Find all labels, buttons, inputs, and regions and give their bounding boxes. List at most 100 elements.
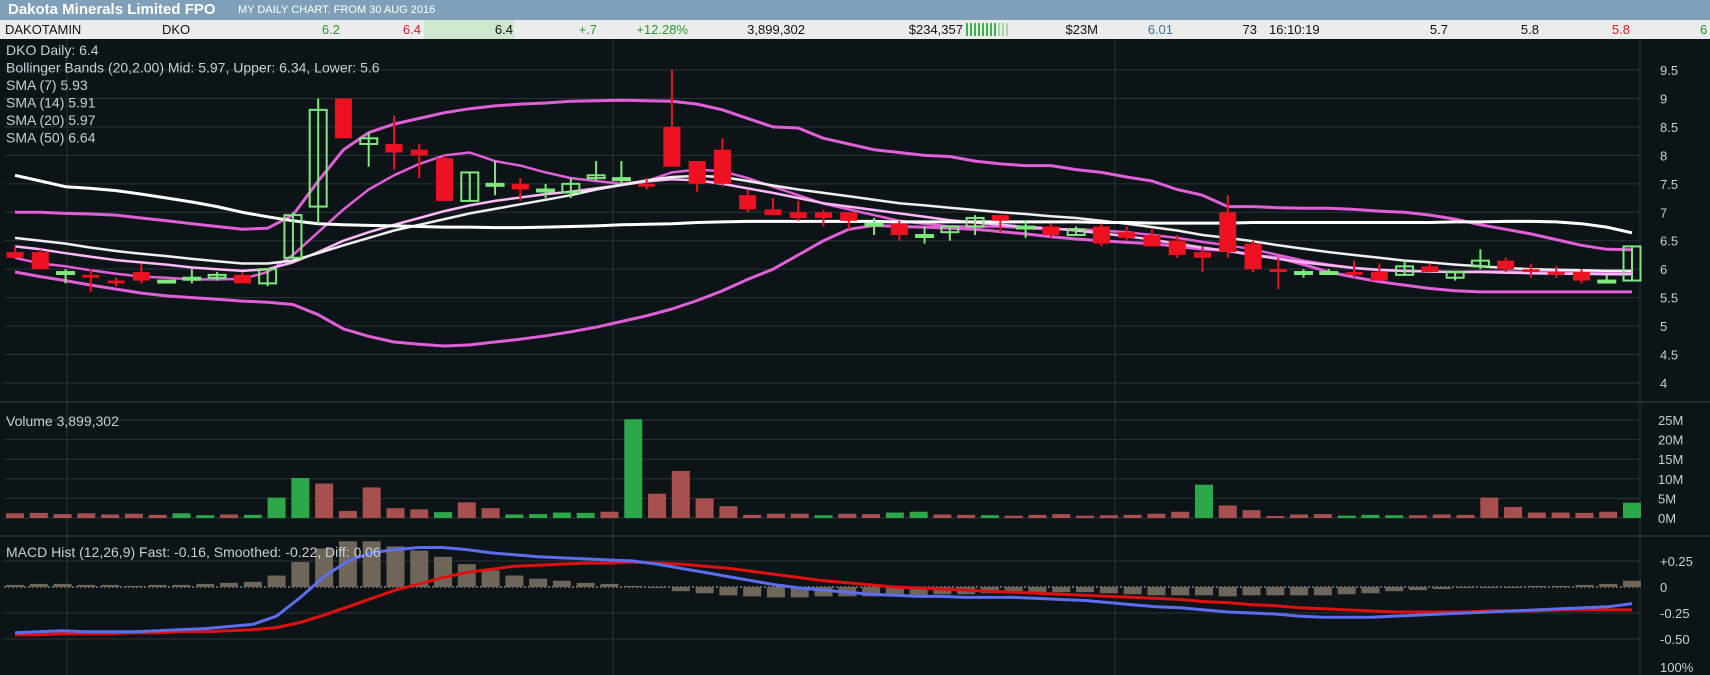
- volume-bar: [1004, 515, 1023, 518]
- candle-body: [410, 149, 428, 156]
- volume-tick-label: 15M: [1658, 452, 1683, 467]
- candle-body: [536, 188, 556, 193]
- macd-hist-bar: [29, 583, 48, 587]
- meter-bar: [994, 23, 996, 36]
- macd-hist-bar: [481, 570, 500, 587]
- candle-body: [688, 161, 706, 184]
- volume-bar: [101, 514, 120, 518]
- candle-body: [815, 212, 832, 218]
- candle-body: [1193, 252, 1211, 258]
- candle-body: [611, 177, 631, 182]
- candle-body: [56, 271, 76, 276]
- meter-bar: [1002, 23, 1004, 36]
- candle-body: [713, 149, 731, 184]
- volume-bar: [719, 506, 738, 518]
- candle-body: [1244, 243, 1262, 270]
- volume-bar: [196, 515, 215, 518]
- quote-market-cap: $23M: [1065, 22, 1098, 37]
- macd-hist-bar: [671, 587, 690, 592]
- macd-hist-bar: [1504, 587, 1523, 588]
- macd-hist-bar: [243, 581, 262, 587]
- volume-bar: [529, 514, 548, 518]
- macd-hist-bar: [1099, 587, 1118, 594]
- volume-bar: [1456, 514, 1475, 518]
- volume-bar: [1147, 513, 1166, 518]
- macd-hist-bar: [695, 587, 714, 594]
- macd-hist-bar: [1337, 587, 1356, 595]
- volume-bar: [695, 498, 714, 518]
- candle-body: [864, 222, 884, 227]
- price-tick-label: 5.5: [1660, 291, 1678, 306]
- macd-hist-bar: [1575, 584, 1594, 587]
- quote-volume: 3,899,302: [747, 22, 805, 37]
- price-tick-label: 6.5: [1660, 234, 1678, 249]
- volume-bar: [766, 513, 785, 518]
- volume-bar: [1194, 484, 1213, 518]
- quote-name[interactable]: DAKOTAMIN: [5, 22, 81, 37]
- macd-hist-bar: [1527, 585, 1546, 587]
- volume-bar: [1266, 516, 1285, 518]
- price-tick-label: 7: [1660, 205, 1667, 220]
- candle-body: [663, 126, 681, 167]
- macd-hist-bar: [1290, 587, 1309, 596]
- candle-body: [1522, 269, 1540, 273]
- quote-bar: DAKOTAMIN DKO 6.2 6.4 6.4 +.7 +12.28% 3,…: [0, 20, 1710, 39]
- candle-body: [915, 234, 935, 239]
- macd-legend: MACD Hist (12,26,9) Fast: -0.16, Smoothe…: [6, 544, 381, 560]
- volume-bar: [1099, 515, 1118, 518]
- macd-hist-bar: [1242, 587, 1261, 596]
- macd-hist-bar: [457, 564, 476, 587]
- macd-hist-bar: [1171, 587, 1190, 596]
- volume-bar: [1313, 514, 1332, 518]
- macd-hist-bar: [719, 587, 738, 596]
- macd-tick-label: +0.25: [1660, 554, 1693, 569]
- macd-hist-bar: [1480, 587, 1499, 589]
- candle-body: [638, 183, 656, 187]
- macd-hist-bar: [220, 582, 239, 587]
- volume-bar: [576, 512, 595, 518]
- candle-body: [6, 252, 24, 258]
- macd-hist-bar: [124, 585, 143, 587]
- volume-bar: [53, 514, 72, 518]
- security-title: Dakota Minerals Limited FPO: [8, 1, 216, 18]
- chart-area[interactable]: 9.5 9 8.5 8 7.5 7 6.5 6 5.5 5 4.5 4 DKO Daily: 6.4 Bo…: [0, 39, 1710, 675]
- quote-code[interactable]: DKO: [162, 22, 190, 37]
- macd-hist-bar: [1028, 587, 1047, 593]
- quote-ask: 5.8: [1520, 22, 1539, 37]
- macd-hist-bar: [77, 584, 96, 587]
- macd-hist-bar: [1052, 587, 1071, 593]
- candle-body: [157, 279, 177, 284]
- volume-bar: [267, 497, 286, 518]
- meter-bar: [1006, 23, 1008, 36]
- macd-hist-bar: [1123, 587, 1142, 595]
- volume-tick-label: 0M: [1658, 511, 1676, 526]
- meter-bar: [966, 23, 968, 36]
- quote-change-pct: +12.28%: [636, 22, 688, 37]
- volume-bar: [291, 478, 310, 518]
- volume-bar: [814, 515, 833, 518]
- candle-body: [789, 212, 807, 218]
- candle-body: [485, 182, 505, 187]
- volume-bar: [481, 508, 500, 518]
- volume-bar: [505, 514, 524, 518]
- volume-bar: [790, 513, 809, 518]
- volume-bar: [172, 513, 191, 518]
- volume-bar: [1527, 512, 1546, 518]
- macd-hist-bar: [1361, 587, 1380, 594]
- price-tick-label: 6: [1660, 262, 1667, 277]
- meter-bar: [998, 23, 1000, 36]
- candle-body: [1547, 272, 1565, 275]
- bollinger-upper-line: [15, 98, 1633, 252]
- candle-body: [1016, 225, 1036, 230]
- volume-bar: [1480, 497, 1499, 518]
- volume-bar: [1171, 511, 1190, 518]
- candle-body: [31, 252, 49, 270]
- volume-bar: [552, 512, 571, 518]
- price-legend-line: Bollinger Bands (20,2.00) Mid: 5.97, Upp…: [6, 60, 380, 76]
- volume-bar: [1385, 515, 1404, 518]
- volume-tick-label: 20M: [1658, 433, 1683, 448]
- candle-body: [1597, 279, 1617, 284]
- candle-body: [840, 212, 858, 221]
- volume-bar: [1599, 511, 1618, 518]
- candle-body: [334, 98, 352, 139]
